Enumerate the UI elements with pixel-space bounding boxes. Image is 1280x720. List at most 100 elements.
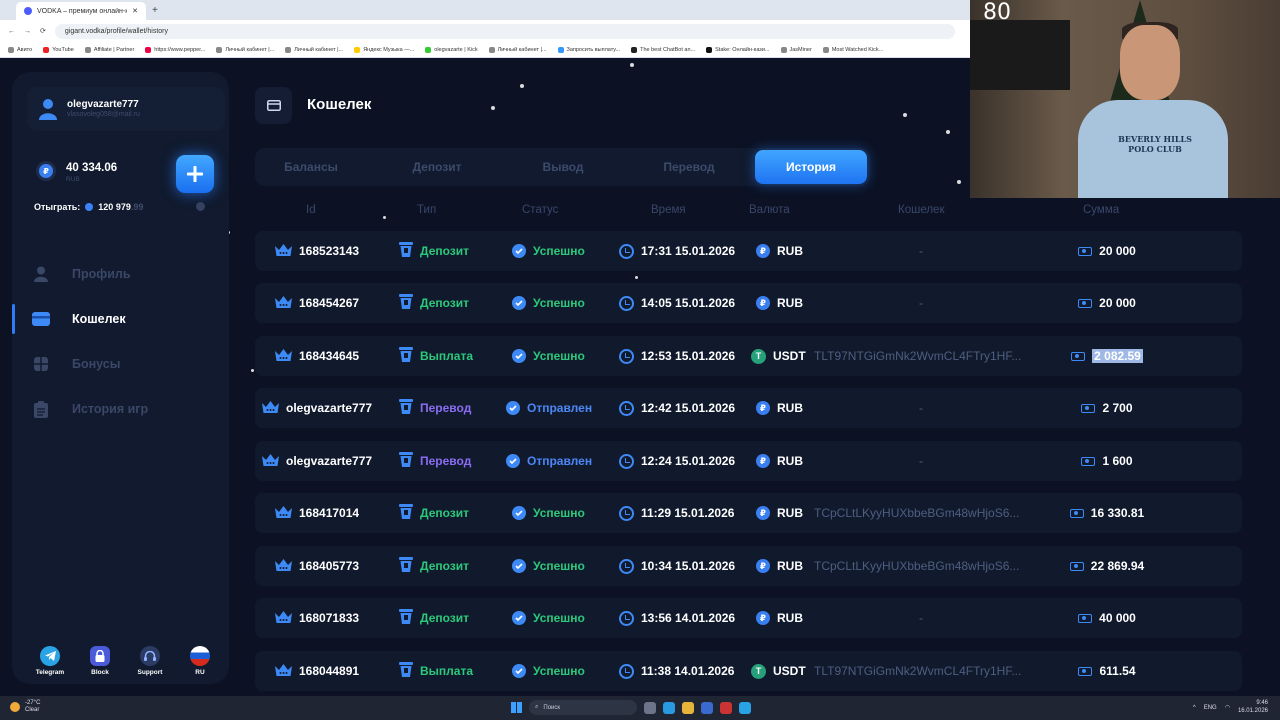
system-clock[interactable]: 9:46 16.01.2026 [1238, 700, 1268, 715]
sidebar-item-wallet[interactable]: Кошелек [12, 301, 229, 337]
user-card[interactable]: olegvazarte777 vlasovoleg058@mail.ru [27, 87, 225, 131]
bookmark[interactable]: Запросить выплату... [557, 46, 620, 53]
bookmark[interactable]: Личный кабинет |... [488, 46, 547, 53]
bookmark[interactable]: Affiliate | Partner [84, 46, 134, 53]
clock-icon [619, 663, 634, 679]
clipboard-icon [32, 400, 50, 418]
ruble-coin-icon: ₽ [756, 296, 770, 310]
bookmark-favicon-icon [8, 46, 14, 53]
table-row[interactable]: 168434645 Выплата Успешно 12:53 15.01.2026 T… [255, 336, 1242, 376]
row-currency: ₽ RUB [756, 493, 803, 533]
info-icon[interactable] [196, 202, 205, 211]
bookmark[interactable]: Личный кабинет |... [285, 46, 343, 53]
bookmark-favicon-icon [354, 46, 361, 53]
clock-icon [619, 558, 634, 574]
check-circle-icon [512, 611, 526, 625]
new-tab-button[interactable]: + [152, 5, 158, 16]
chevron-up-icon[interactable]: ^ [1193, 705, 1196, 711]
bookmark[interactable]: https://www.pepper... [145, 46, 205, 53]
sidebar-item-label: Профиль [72, 267, 131, 281]
row-status: Отправлен [506, 388, 592, 428]
row-wallet[interactable]: TCpCLtLKyyHUXbbeBGm48wHjoS6... [814, 493, 1019, 533]
row-time: 10:34 15.01.2026 [619, 546, 735, 586]
row-type: Перевод [399, 388, 471, 428]
taskbar-search[interactable]: ⌕ Поиск [529, 700, 637, 715]
app-icon[interactable] [720, 701, 732, 714]
block-link[interactable]: Block [80, 646, 120, 676]
language-indicator[interactable]: ENG [1204, 705, 1217, 711]
table-row[interactable]: 168454267 Депозит Успешно 14:05 15.01.2026 ₽… [255, 283, 1242, 323]
close-tab-icon[interactable]: ✕ [132, 7, 138, 15]
row-amount: 22 869.94 [1055, 546, 1159, 586]
clock-icon [619, 610, 634, 626]
bookmark-favicon-icon [822, 46, 829, 53]
row-currency: ₽ RUB [756, 283, 803, 323]
telegram-link[interactable]: Telegram [30, 646, 70, 676]
row-time: 12:53 15.01.2026 [619, 336, 735, 376]
ruble-coin-icon: ₽ [756, 506, 770, 520]
sidebar-item-profile[interactable]: Профиль [12, 256, 229, 292]
ruble-coin-icon: ₽ [756, 401, 770, 415]
row-wallet[interactable]: TCpCLtLKyyHUXbbeBGm48wHjoS6... [814, 546, 1019, 586]
browser-tab[interactable]: VODKA – премиум онлайн-ка... ✕ [16, 2, 146, 20]
crown-icon [275, 505, 292, 521]
check-circle-icon [512, 296, 526, 310]
table-row[interactable]: 168417014 Депозит Успешно 11:29 15.01.2026 ₽… [255, 493, 1242, 533]
row-amount: 20 000 [1055, 231, 1159, 271]
chrome-icon[interactable] [701, 701, 713, 714]
tab-balances[interactable]: Балансы [255, 150, 367, 184]
table-row[interactable]: olegvazarte777 Перевод Отправлен 12:42 15.0… [255, 388, 1242, 428]
crown-icon [275, 558, 292, 574]
bookmark[interactable]: Stake: Онлайн-кази... [706, 46, 770, 53]
tab-withdraw[interactable]: Вывод [507, 150, 619, 184]
weather-widget[interactable]: -27°C Clear [10, 700, 40, 714]
bookmark-favicon-icon [488, 46, 495, 53]
row-status: Успешно [512, 231, 585, 271]
crown-icon [275, 348, 292, 364]
bookmark[interactable]: YouTube [43, 46, 74, 53]
bookmark[interactable]: Яндекс Музыка —... [354, 46, 414, 53]
snowflake [635, 276, 638, 279]
support-link[interactable]: Support [130, 646, 170, 676]
task-view-icon[interactable] [644, 701, 656, 714]
row-id: olegvazarte777 [262, 388, 372, 428]
tab-deposit[interactable]: Депозит [381, 150, 493, 184]
bookmark[interactable]: Авито [8, 46, 32, 53]
forward-icon[interactable]: → [24, 28, 31, 35]
crown-icon [275, 663, 292, 679]
table-row[interactable]: 168044891 Выплата Успешно 11:38 14.01.2026 T… [255, 651, 1242, 691]
row-time: 12:24 15.01.2026 [619, 441, 735, 481]
bookmark[interactable]: olegvazarte | Kick [425, 46, 478, 53]
headset-icon [140, 646, 160, 666]
table-row[interactable]: 168071833 Депозит Успешно 13:56 14.01.2026 ₽… [255, 598, 1242, 638]
windows-start-icon[interactable] [511, 702, 522, 713]
table-row[interactable]: 168523143 Депозит Успешно 17:31 15.01.2026 ₽… [255, 231, 1242, 271]
bookmark[interactable]: Most Watched Kick... [822, 46, 883, 53]
check-circle-icon [512, 244, 526, 258]
tab-history[interactable]: История [755, 150, 867, 184]
sidebar-item-bonuses[interactable]: Бонусы [12, 346, 229, 382]
table-row[interactable]: 168405773 Депозит Успешно 10:34 15.01.2026 ₽… [255, 546, 1242, 586]
table-row[interactable]: olegvazarte777 Перевод Отправлен 12:24 15.0… [255, 441, 1242, 481]
edge-icon[interactable] [663, 701, 675, 714]
tether-coin-icon: T [751, 663, 766, 679]
row-wallet: - [919, 401, 923, 415]
bucket-icon [399, 294, 413, 312]
bookmark[interactable]: Личный кабинет |... [216, 46, 274, 53]
bookmark[interactable]: The best ChatBot an... [631, 46, 695, 53]
row-wallet[interactable]: TLT97NTGiGmNk2WvmCL4FTry1HF... [814, 651, 1021, 691]
file-explorer-icon[interactable] [682, 701, 694, 714]
wifi-icon[interactable]: ◠ [1225, 704, 1230, 711]
browser-toolbar: ← → ⟳ gigant.vodka/profile/wallet/histor… [0, 20, 970, 42]
language-selector[interactable]: RU [180, 646, 220, 676]
telegram-icon[interactable] [739, 701, 751, 714]
tab-transfer[interactable]: Перевод [633, 150, 745, 184]
person-head [1120, 25, 1180, 100]
address-bar[interactable]: gigant.vodka/profile/wallet/history [54, 23, 955, 39]
sidebar-item-game-history[interactable]: История игр [12, 391, 229, 427]
reload-icon[interactable]: ⟳ [40, 27, 46, 35]
deposit-plus-button[interactable] [176, 155, 214, 193]
back-icon[interactable]: ← [8, 28, 15, 35]
row-wallet[interactable]: TLT97NTGiGmNk2WvmCL4FTry1HF... [814, 336, 1021, 376]
bookmark[interactable]: JasMiner [780, 46, 812, 53]
